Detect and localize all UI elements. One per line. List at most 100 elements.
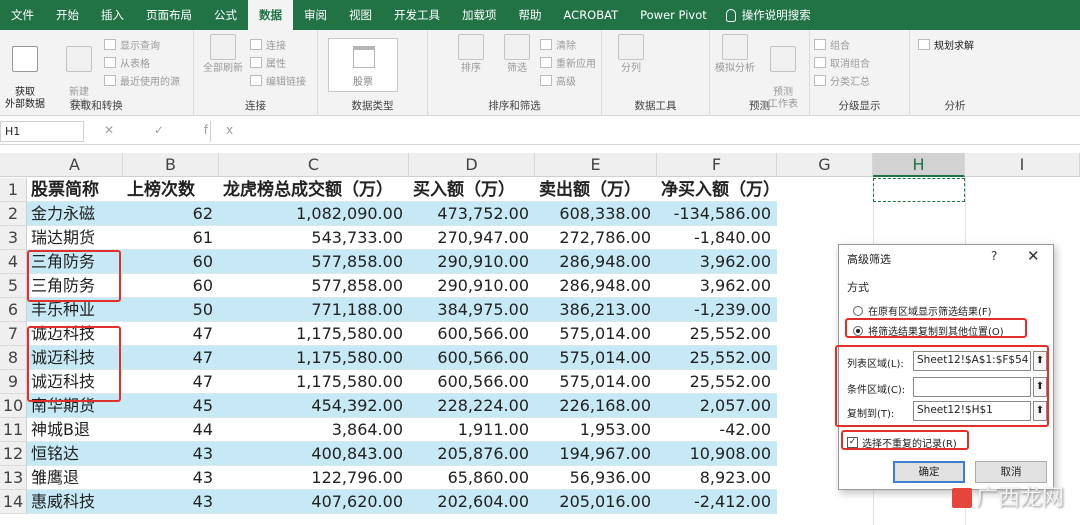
header-cell[interactable]: 龙虎榜总成交额（万） (219, 178, 409, 202)
table-cell[interactable]: 543,733.00 (219, 226, 409, 250)
table-cell[interactable]: 286,948.00 (535, 250, 657, 274)
table-cell[interactable]: 1,953.00 (535, 418, 657, 442)
table-cell[interactable]: 惠威科技 (27, 490, 123, 514)
tab-power-pivot[interactable]: Power Pivot (629, 0, 718, 30)
properties-button[interactable]: 属性 (250, 54, 286, 70)
row-header[interactable]: 8 (0, 346, 27, 370)
help-icon[interactable]: ? (991, 249, 997, 263)
column-header-d[interactable]: D (409, 153, 535, 177)
row-header[interactable]: 9 (0, 370, 27, 394)
table-cell[interactable]: 56,936.00 (535, 466, 657, 490)
table-cell[interactable]: 3,864.00 (219, 418, 409, 442)
edit-links-button[interactable]: 编辑链接 (250, 72, 306, 88)
table-cell[interactable]: 45 (123, 394, 219, 418)
header-cell[interactable]: 卖出额（万） (535, 178, 657, 202)
tab-acrobat[interactable]: ACROBAT (553, 0, 630, 30)
table-cell[interactable]: 205,876.00 (409, 442, 535, 466)
tab-home[interactable]: 开始 (45, 0, 90, 30)
column-header-f[interactable]: F (657, 153, 777, 177)
table-cell[interactable]: 608,338.00 (535, 202, 657, 226)
table-cell[interactable]: 1,175,580.00 (219, 370, 409, 394)
table-cell[interactable]: 286,948.00 (535, 274, 657, 298)
table-cell[interactable]: 雏鹰退 (27, 466, 123, 490)
table-cell[interactable]: 61 (123, 226, 219, 250)
ungroup-button[interactable]: 取消组合 (814, 54, 870, 70)
column-header-h[interactable]: H (873, 153, 965, 177)
row-header[interactable]: 12 (0, 442, 27, 466)
row-header[interactable]: 1 (0, 178, 27, 202)
table-cell[interactable]: 575,014.00 (535, 346, 657, 370)
row-header[interactable]: 10 (0, 394, 27, 418)
table-cell[interactable]: 122,796.00 (219, 466, 409, 490)
table-cell[interactable]: 1,175,580.00 (219, 322, 409, 346)
radio-filter-in-place[interactable]: 在原有区域显示筛选结果(F) (853, 303, 992, 318)
advanced-filter-button[interactable]: 高级 (540, 72, 576, 88)
table-cell[interactable]: -1,840.00 (657, 226, 777, 250)
subtotal-button[interactable]: 分类汇总 (814, 72, 870, 88)
table-cell[interactable]: 577,858.00 (219, 250, 409, 274)
column-header-a[interactable]: A (27, 153, 123, 177)
tab-review[interactable]: 审阅 (293, 0, 338, 30)
header-cell[interactable]: 买入额（万） (409, 178, 535, 202)
table-cell[interactable]: 25,552.00 (657, 322, 777, 346)
table-cell[interactable]: 1,082,090.00 (219, 202, 409, 226)
solver-button[interactable]: 规划求解 (918, 36, 974, 52)
table-cell[interactable]: 272,786.00 (535, 226, 657, 250)
tab-data[interactable]: 数据 (248, 0, 293, 30)
stocks-button[interactable]: 股票 (328, 38, 398, 92)
table-cell[interactable]: 226,168.00 (535, 394, 657, 418)
table-cell[interactable]: 25,552.00 (657, 370, 777, 394)
close-icon[interactable]: ✕ (1027, 247, 1040, 265)
tell-me-search[interactable]: 操作说明搜索 (718, 0, 811, 30)
table-cell[interactable]: 386,213.00 (535, 298, 657, 322)
row-header[interactable]: 3 (0, 226, 27, 250)
column-header-e[interactable]: E (535, 153, 657, 177)
copy-marquee-h1[interactable] (873, 178, 965, 202)
tab-formulas[interactable]: 公式 (203, 0, 248, 30)
show-query-button[interactable]: 显示查询 (104, 36, 160, 52)
table-cell[interactable]: 50 (123, 298, 219, 322)
table-cell[interactable]: 3,962.00 (657, 250, 777, 274)
table-cell[interactable]: 600,566.00 (409, 322, 535, 346)
row-header[interactable]: 14 (0, 490, 27, 514)
name-box[interactable]: H1 (0, 121, 84, 142)
table-cell[interactable]: 65,860.00 (409, 466, 535, 490)
table-cell[interactable]: 202,604.00 (409, 490, 535, 514)
table-cell[interactable]: 400,843.00 (219, 442, 409, 466)
table-cell[interactable]: 43 (123, 442, 219, 466)
table-cell[interactable]: 金力永磁 (27, 202, 123, 226)
table-cell[interactable]: 600,566.00 (409, 370, 535, 394)
table-cell[interactable]: 8,923.00 (657, 466, 777, 490)
table-cell[interactable]: 44 (123, 418, 219, 442)
table-cell[interactable]: 43 (123, 466, 219, 490)
recent-sources-button[interactable]: 最近使用的源 (104, 72, 180, 88)
table-cell[interactable]: 205,016.00 (535, 490, 657, 514)
table-cell[interactable]: 62 (123, 202, 219, 226)
table-cell[interactable]: 2,057.00 (657, 394, 777, 418)
reapply-button[interactable]: 重新应用 (540, 54, 596, 70)
row-header[interactable]: 13 (0, 466, 27, 490)
table-cell[interactable]: 47 (123, 322, 219, 346)
table-cell[interactable]: 43 (123, 490, 219, 514)
table-cell[interactable]: 270,947.00 (409, 226, 535, 250)
column-header-b[interactable]: B (123, 153, 219, 177)
table-cell[interactable]: 194,967.00 (535, 442, 657, 466)
row-header[interactable]: 7 (0, 322, 27, 346)
column-header-g[interactable]: G (777, 153, 873, 177)
table-cell[interactable]: 10,908.00 (657, 442, 777, 466)
text-to-columns-button[interactable]: 分列 (608, 34, 654, 75)
table-cell[interactable]: -134,586.00 (657, 202, 777, 226)
header-cell[interactable]: 净买入额（万） (657, 178, 780, 202)
tab-file[interactable]: 文件 (0, 0, 45, 30)
table-cell[interactable]: 60 (123, 250, 219, 274)
row-header[interactable]: 5 (0, 274, 27, 298)
table-cell[interactable]: 恒铭达 (27, 442, 123, 466)
row-header[interactable]: 4 (0, 250, 27, 274)
table-cell[interactable]: 25,552.00 (657, 346, 777, 370)
header-cell[interactable]: 上榜次数 (123, 178, 219, 202)
table-cell[interactable]: 神城B退 (27, 418, 123, 442)
table-cell[interactable]: 575,014.00 (535, 370, 657, 394)
table-cell[interactable]: 600,566.00 (409, 346, 535, 370)
table-cell[interactable]: 228,224.00 (409, 394, 535, 418)
column-header-i[interactable]: I (965, 153, 1080, 177)
